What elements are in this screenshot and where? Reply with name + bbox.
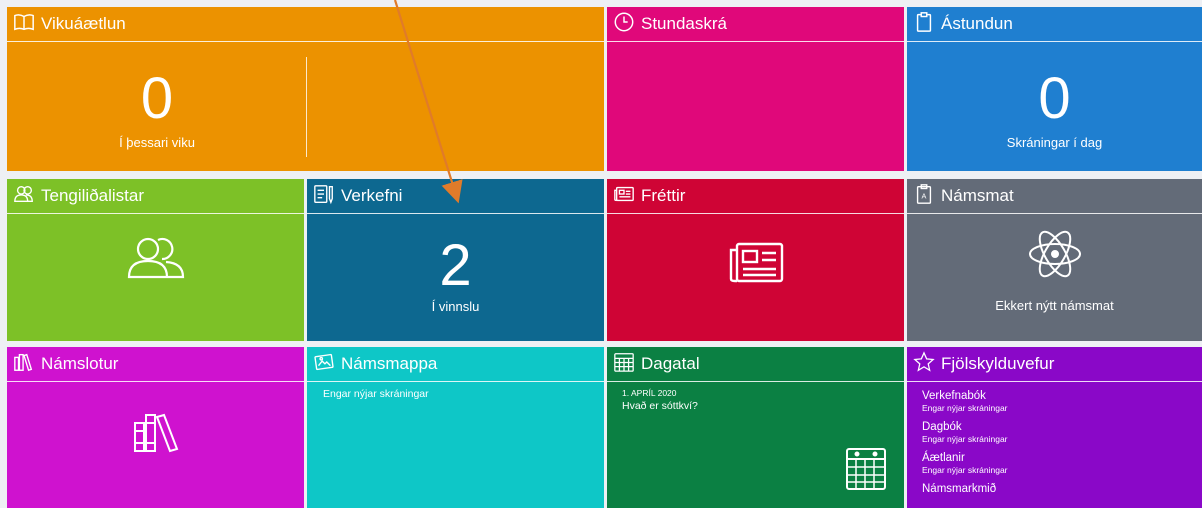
attendance-caption: Skráningar í dag <box>1006 135 1103 150</box>
calendar-icon <box>613 351 635 378</box>
tile-title: Ástundun <box>941 14 1013 33</box>
star-icon <box>913 350 935 378</box>
library-books-icon <box>13 351 35 378</box>
item-title: Áætlanir <box>922 452 965 464</box>
users-icon <box>7 233 304 281</box>
list-item[interactable]: Dagbók Engar nýjar skráningar <box>922 420 1008 444</box>
week-count: 0 <box>140 66 174 131</box>
tile-header: Verkefni <box>307 179 604 214</box>
tile-dagatal[interactable]: Dagatal 1. APRÍL 2020 Hvað er sóttkví? <box>607 347 904 508</box>
photo-folder-icon <box>313 351 335 378</box>
tile-namsmat[interactable]: A Námsmat Ekkert nýtt námsmat <box>907 179 1202 341</box>
tile-header: Tengiliðalistar <box>7 179 304 214</box>
calendar-icon <box>845 445 887 496</box>
tile-vikuaaetlun[interactable]: Vikuáætlun 0 Í þessari viku <box>7 7 604 171</box>
newspaper-icon <box>613 183 635 210</box>
week-caption: Í þessari viku <box>119 135 195 150</box>
tile-title: Vikuáætlun <box>41 14 126 33</box>
tile-fjolskylduvefur[interactable]: Fjölskylduvefur Verkefnabók Engar nýjar … <box>907 347 1202 508</box>
grade-clipboard-icon: A <box>913 183 935 210</box>
item-title: Námsmarkmið <box>922 483 997 495</box>
divider <box>306 57 307 157</box>
list-item[interactable]: Verkefnabók Engar nýjar skráningar <box>922 389 1008 413</box>
tile-title: Stundaskrá <box>641 14 727 33</box>
item-title: Verkefnabók <box>922 390 986 402</box>
attendance-count: 0 <box>1038 66 1071 131</box>
atom-icon <box>907 225 1202 283</box>
library-books-icon <box>7 409 304 453</box>
tile-title: Fjölskylduvefur <box>941 354 1055 373</box>
tile-header: Stundaskrá <box>607 7 904 42</box>
clock-icon <box>613 11 635 38</box>
tile-header: Námslotur <box>7 347 304 382</box>
book-icon <box>13 11 35 38</box>
svg-text:A: A <box>922 191 927 200</box>
item-subtitle: Engar nýjar skráningar <box>922 434 1008 444</box>
tile-frettir[interactable]: Fréttir <box>607 179 904 341</box>
clipboard-icon <box>913 11 935 38</box>
tile-title: Námsmappa <box>341 354 438 373</box>
tile-header: Ástundun <box>907 7 1202 42</box>
users-icon <box>13 183 35 210</box>
item-subtitle: Engar nýjar skráningar <box>922 403 1008 413</box>
tile-header: Vikuáætlun <box>7 7 604 42</box>
tile-namsmappa[interactable]: Námsmappa Engar nýjar skráningar <box>307 347 604 508</box>
assignment-caption: Í vinnslu <box>431 299 480 314</box>
document-pencil-icon <box>313 183 335 210</box>
tile-header: Námsmappa <box>307 347 604 382</box>
tile-header: Fjölskylduvefur <box>907 347 1202 382</box>
tile-astundun[interactable]: Ástundun 0 Skráningar í dag <box>907 7 1202 171</box>
family-list: Verkefnabók Engar nýjar skráningar Dagbó… <box>922 389 1008 503</box>
tile-tengilidalistar[interactable]: Tengiliðalistar <box>7 179 304 341</box>
newspaper-icon <box>607 241 904 285</box>
tile-title: Tengiliðalistar <box>41 186 144 205</box>
event-date: 1. APRÍL 2020 <box>622 388 677 398</box>
tile-header: Dagatal <box>607 347 904 382</box>
item-subtitle: Engar nýjar skráningar <box>922 465 1008 475</box>
event-title: Hvað er sóttkví? <box>622 400 698 412</box>
calendar-event[interactable]: 1. APRÍL 2020 Hvað er sóttkví? <box>622 388 698 412</box>
tile-header: Fréttir <box>607 179 904 214</box>
tile-namslotur[interactable]: Námslotur <box>7 347 304 508</box>
portfolio-empty-text: Engar nýjar skráningar <box>323 388 429 400</box>
tile-verkefni[interactable]: Verkefni 2 Í vinnslu <box>307 179 604 341</box>
tile-title: Fréttir <box>641 186 686 205</box>
tile-title: Verkefni <box>341 186 403 205</box>
list-item[interactable]: Námsmarkmið <box>922 482 1008 496</box>
tile-title: Námsmat <box>941 186 1014 205</box>
item-title: Dagbók <box>922 421 962 433</box>
list-item[interactable]: Áætlanir Engar nýjar skráningar <box>922 451 1008 475</box>
tile-title: Námslotur <box>41 354 119 373</box>
tile-title: Dagatal <box>641 354 700 373</box>
assignment-count: 2 <box>439 233 472 298</box>
tile-header: A Námsmat <box>907 179 1202 214</box>
tile-stundaskra[interactable]: Stundaskrá <box>607 7 904 171</box>
grade-caption: Ekkert nýtt námsmat <box>995 298 1114 313</box>
